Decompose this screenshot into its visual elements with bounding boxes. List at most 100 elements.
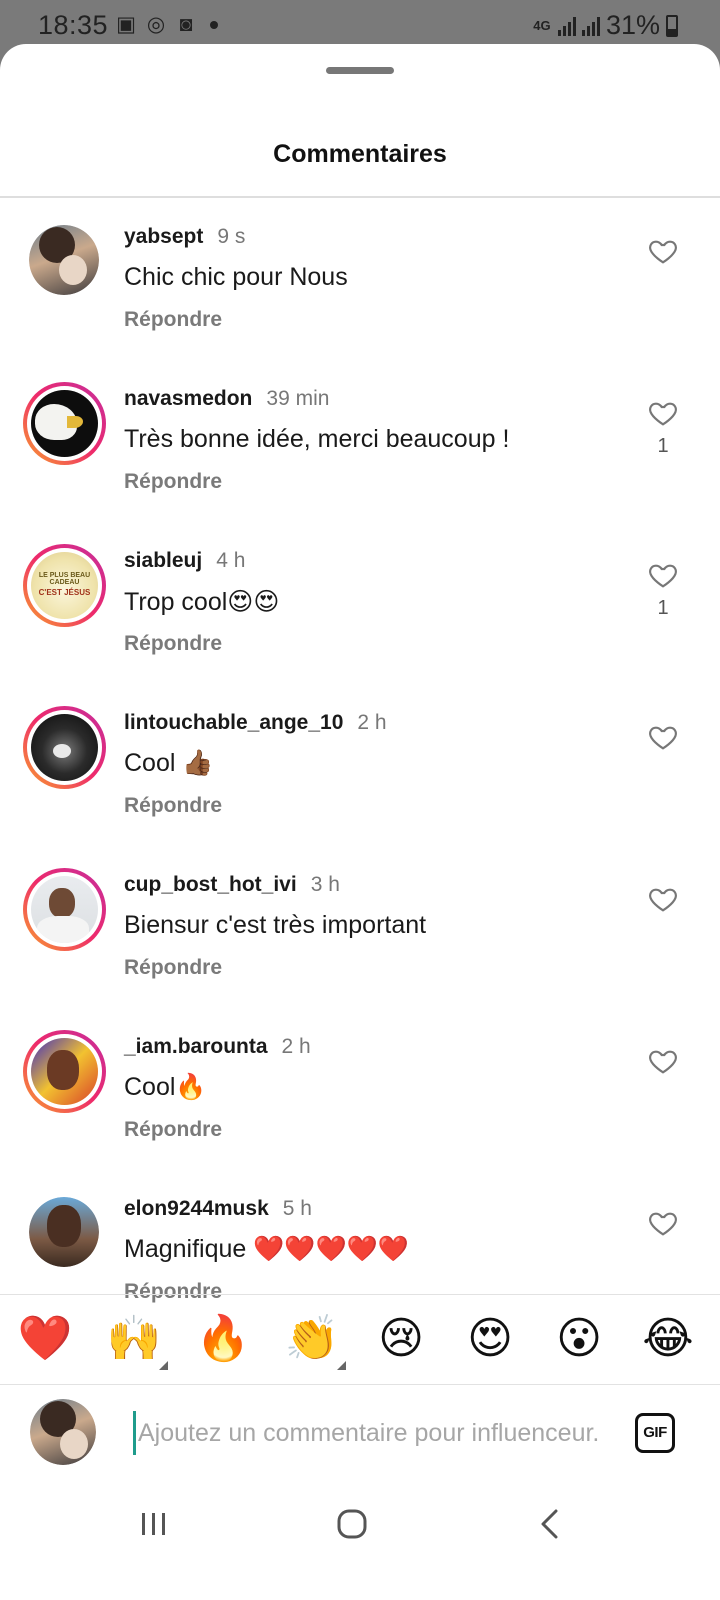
comment-text: Trop cool😍😍 (124, 588, 280, 616)
heart-icon[interactable] (646, 1207, 680, 1239)
signal-icon-2 (581, 16, 600, 36)
emoji-heart-eyes[interactable]: 😍 (460, 1309, 520, 1369)
network-type: 4G (533, 18, 551, 33)
comment-username[interactable]: elon9244musk (124, 1197, 269, 1221)
drag-handle[interactable] (326, 67, 394, 74)
home-icon[interactable] (312, 1484, 392, 1564)
comment-item: LE PLUS BEAU CADEAU C'EST JÉSUS siableuj… (0, 523, 720, 685)
reply-button[interactable]: Répondre (124, 956, 222, 980)
gif-button[interactable]: GIF (635, 1413, 675, 1453)
emoji-fire[interactable]: 🔥 (193, 1309, 253, 1369)
comments-sheet: Commentaires yabsept 9 s Chic chic pour … (0, 44, 720, 1600)
sheet-title: Commentaires (273, 140, 447, 168)
avatar-image: LE PLUS BEAU CADEAU C'EST JÉSUS (31, 552, 98, 619)
notification-icons: ▣ ◎ ◙ (114, 12, 218, 38)
avatar-image (31, 714, 98, 781)
comment-time: 39 min (266, 387, 330, 410)
comment-time: 2 h (357, 711, 387, 734)
reply-button[interactable]: Répondre (124, 308, 222, 332)
comment-username[interactable]: _iam.barounta (124, 1035, 268, 1059)
comment-username[interactable]: siableuj (124, 549, 202, 573)
avatar-image (31, 876, 98, 943)
skin-tone-indicator-icon (337, 1361, 346, 1370)
system-nav-bar (0, 1484, 720, 1600)
avatar-image (31, 390, 98, 457)
comment-meta: lintouchable_ange_10 2 h (124, 711, 387, 735)
comment-item: cup_bost_hot_ivi 3 h Biensur c'est très … (0, 847, 720, 1009)
heart-icon[interactable] (646, 721, 680, 753)
avatar-image (31, 1038, 98, 1105)
comment-username[interactable]: navasmedon (124, 387, 252, 411)
signal-icon (557, 16, 576, 36)
comment-time: 2 h (281, 1035, 311, 1058)
composer-divider (0, 1384, 720, 1385)
like-count: 1 (657, 435, 669, 457)
back-icon[interactable] (510, 1484, 590, 1564)
status-time: 18:35 (38, 10, 109, 40)
avatar-story-ring[interactable] (23, 868, 106, 951)
reply-button[interactable]: Répondre (124, 1118, 222, 1142)
comment-username[interactable]: yabsept (124, 225, 203, 249)
comment-username[interactable]: cup_bost_hot_ivi (124, 873, 297, 897)
emoji-heart[interactable]: ❤️ (15, 1309, 75, 1369)
heart-icon[interactable] (646, 235, 680, 267)
comment-text: Très bonne idée, merci beaucoup ! (124, 425, 510, 453)
status-bar: 18:35 ▣ ◎ ◙ 4G 31% (0, 0, 720, 50)
avatar-story-ring[interactable]: LE PLUS BEAU CADEAU C'EST JÉSUS (23, 544, 106, 627)
reply-button[interactable]: Répondre (124, 632, 222, 656)
avatar-caption-1: LE PLUS BEAU CADEAU (38, 572, 91, 586)
heart-icon[interactable] (646, 883, 680, 915)
emoji-reaction-bar: ❤️ 🙌 🔥 👏 😢 😍 😮 😂 (0, 1309, 720, 1371)
comment-time: 4 h (216, 549, 246, 572)
current-user-avatar (30, 1399, 96, 1465)
instagram-icon: ◙ (179, 13, 193, 36)
comment-meta: _iam.barounta 2 h (124, 1035, 311, 1059)
avatar[interactable] (29, 1197, 99, 1267)
comment-text: Magnifique ❤️❤️❤️❤️❤️ (124, 1235, 409, 1263)
avatar-caption-2: C'EST JÉSUS (38, 588, 91, 597)
comment-time: 3 h (310, 873, 340, 896)
emoji-divider (0, 1294, 720, 1295)
reply-button[interactable]: Répondre (124, 1280, 222, 1304)
battery-percent: 31% (605, 10, 660, 40)
heart-icon[interactable] (646, 1045, 680, 1077)
comment-text: Biensur c'est très important (124, 911, 427, 939)
reply-button[interactable]: Répondre (124, 794, 222, 818)
comment-meta: navasmedon 39 min (124, 387, 329, 411)
avatar-story-ring[interactable] (23, 382, 106, 465)
comment-time: 9 s (217, 225, 246, 248)
avatar-image (30, 1399, 96, 1465)
comment-meta: siableuj 4 h (124, 549, 245, 573)
header-divider (0, 196, 720, 198)
comment-time: 5 h (282, 1197, 312, 1220)
comment-text: Chic chic pour Nous (124, 263, 348, 291)
avatar[interactable] (29, 225, 99, 295)
comment-input[interactable] (133, 1411, 613, 1455)
comment-list[interactable]: yabsept 9 s Chic chic pour Nous Répondre… (0, 199, 720, 1333)
avatar-story-ring[interactable] (23, 1030, 106, 1113)
emoji-clapping[interactable]: 👏 (282, 1309, 342, 1369)
comment-item: yabsept 9 s Chic chic pour Nous Répondre (0, 199, 720, 361)
emoji-laughing[interactable]: 😂 (638, 1309, 698, 1369)
like-count: 1 (657, 597, 669, 619)
battery-icon (666, 14, 678, 37)
comment-text: Cool 👍🏾 (124, 749, 214, 777)
whatsapp-icon: ◎ (146, 13, 166, 36)
comment-item: navasmedon 39 min Très bonne idée, merci… (0, 361, 720, 523)
avatar-image (29, 225, 99, 295)
avatar-story-ring[interactable] (23, 706, 106, 789)
emoji-raising-hands[interactable]: 🙌 (104, 1309, 164, 1369)
messages-icon: ▣ (116, 13, 136, 36)
emoji-surprised[interactable]: 😮 (549, 1309, 609, 1369)
comment-item: _iam.barounta 2 h Cool🔥 Répondre (0, 1009, 720, 1171)
more-notifications-icon (210, 21, 218, 29)
comment-username[interactable]: lintouchable_ange_10 (124, 711, 343, 735)
heart-icon[interactable] (646, 397, 680, 429)
emoji-crying[interactable]: 😢 (371, 1309, 431, 1369)
heart-icon[interactable] (646, 559, 680, 591)
comment-meta: yabsept 9 s (124, 225, 245, 249)
recent-apps-icon[interactable] (114, 1484, 194, 1564)
reply-button[interactable]: Répondre (124, 470, 222, 494)
comment-meta: cup_bost_hot_ivi 3 h (124, 873, 340, 897)
skin-tone-indicator-icon (159, 1361, 168, 1370)
